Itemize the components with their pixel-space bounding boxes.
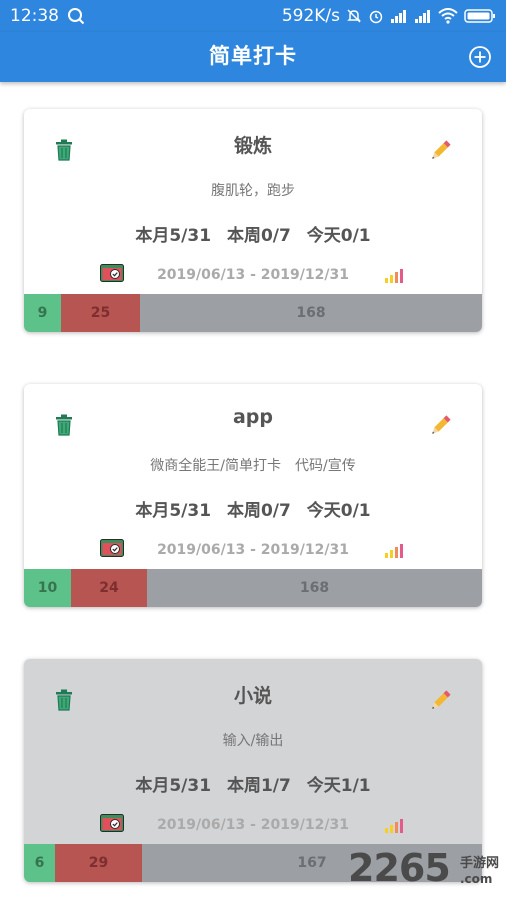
- today-count: 今天0/1: [306, 501, 371, 521]
- bar-chart-icon[interactable]: [385, 544, 403, 558]
- status-bar: 12:38 592K/s: [0, 0, 506, 32]
- site-watermark-logo: 2265 手游网 .com: [348, 846, 506, 900]
- habit-description: 微商全能王/简单打卡 代码/宣传: [150, 458, 356, 474]
- alarm-icon: [369, 10, 383, 24]
- habit-name: 小说: [233, 685, 272, 707]
- date-range: 2019/06/13 - 2019/12/31: [157, 542, 349, 558]
- signal-icon: [415, 10, 430, 23]
- progress-bar: 10 24 168: [24, 569, 482, 607]
- habit-description: 腹肌轮，跑步: [211, 183, 295, 199]
- week-count: 本周0/7: [226, 501, 291, 521]
- habit-description: 输入/输出: [222, 733, 284, 749]
- app-title: 简单打卡: [209, 44, 297, 68]
- date-range: 2019/06/13 - 2019/12/31: [157, 817, 349, 833]
- battery-icon: [464, 9, 495, 23]
- pencil-icon[interactable]: [428, 414, 452, 438]
- habit-name: 锻炼: [233, 135, 272, 157]
- watermark-domain: .com: [460, 872, 493, 886]
- app-bar: 简单打卡: [0, 32, 506, 82]
- habit-card[interactable]: app 微商全能王/简单打卡 代码/宣传 本月5/31 本周0/7 今天0/1 …: [24, 384, 482, 607]
- bar-chart-icon[interactable]: [385, 819, 403, 833]
- today-count: 今天0/1: [306, 226, 371, 246]
- watermark-number: 2265: [348, 846, 451, 890]
- done-segment: 6: [24, 844, 55, 882]
- missed-segment: 24: [71, 569, 147, 607]
- remaining-segment: 168: [140, 294, 482, 332]
- pencil-icon[interactable]: [428, 689, 452, 713]
- month-count: 本月5/31: [135, 501, 212, 521]
- add-circle-icon[interactable]: [468, 45, 492, 69]
- done-segment: 10: [24, 569, 71, 607]
- remaining-segment: 168: [147, 569, 482, 607]
- mute-icon: [347, 9, 361, 23]
- month-count: 本月5/31: [135, 226, 212, 246]
- habit-card[interactable]: 锻炼 腹肌轮，跑步 本月5/31 本周0/7 今天0/1 2019/06/13 …: [24, 109, 482, 332]
- habit-stats: 本月5/31 本周1/7 今天1/1: [24, 771, 482, 796]
- week-count: 本周1/7: [226, 776, 291, 796]
- wifi-icon: [438, 8, 458, 24]
- done-segment: 9: [24, 294, 61, 332]
- date-range: 2019/06/13 - 2019/12/31: [157, 267, 349, 283]
- bar-chart-icon[interactable]: [385, 269, 403, 283]
- week-count: 本周0/7: [226, 226, 291, 246]
- habit-stats: 本月5/31 本周0/7 今天0/1: [24, 496, 482, 521]
- watermark-text: 手游网: [460, 856, 500, 871]
- search-icon: [68, 8, 85, 25]
- pencil-icon[interactable]: [428, 139, 452, 163]
- missed-segment: 29: [55, 844, 142, 882]
- month-count: 本月5/31: [135, 776, 212, 796]
- missed-segment: 25: [61, 294, 140, 332]
- network-speed: 592K/s: [281, 6, 340, 26]
- habit-name: app: [232, 406, 274, 428]
- status-time: 12:38: [10, 6, 59, 26]
- signal-icon: [391, 10, 406, 23]
- progress-bar: 9 25 168: [24, 294, 482, 332]
- habit-stats: 本月5/31 本周0/7 今天0/1: [24, 221, 482, 246]
- today-count: 今天1/1: [306, 776, 371, 796]
